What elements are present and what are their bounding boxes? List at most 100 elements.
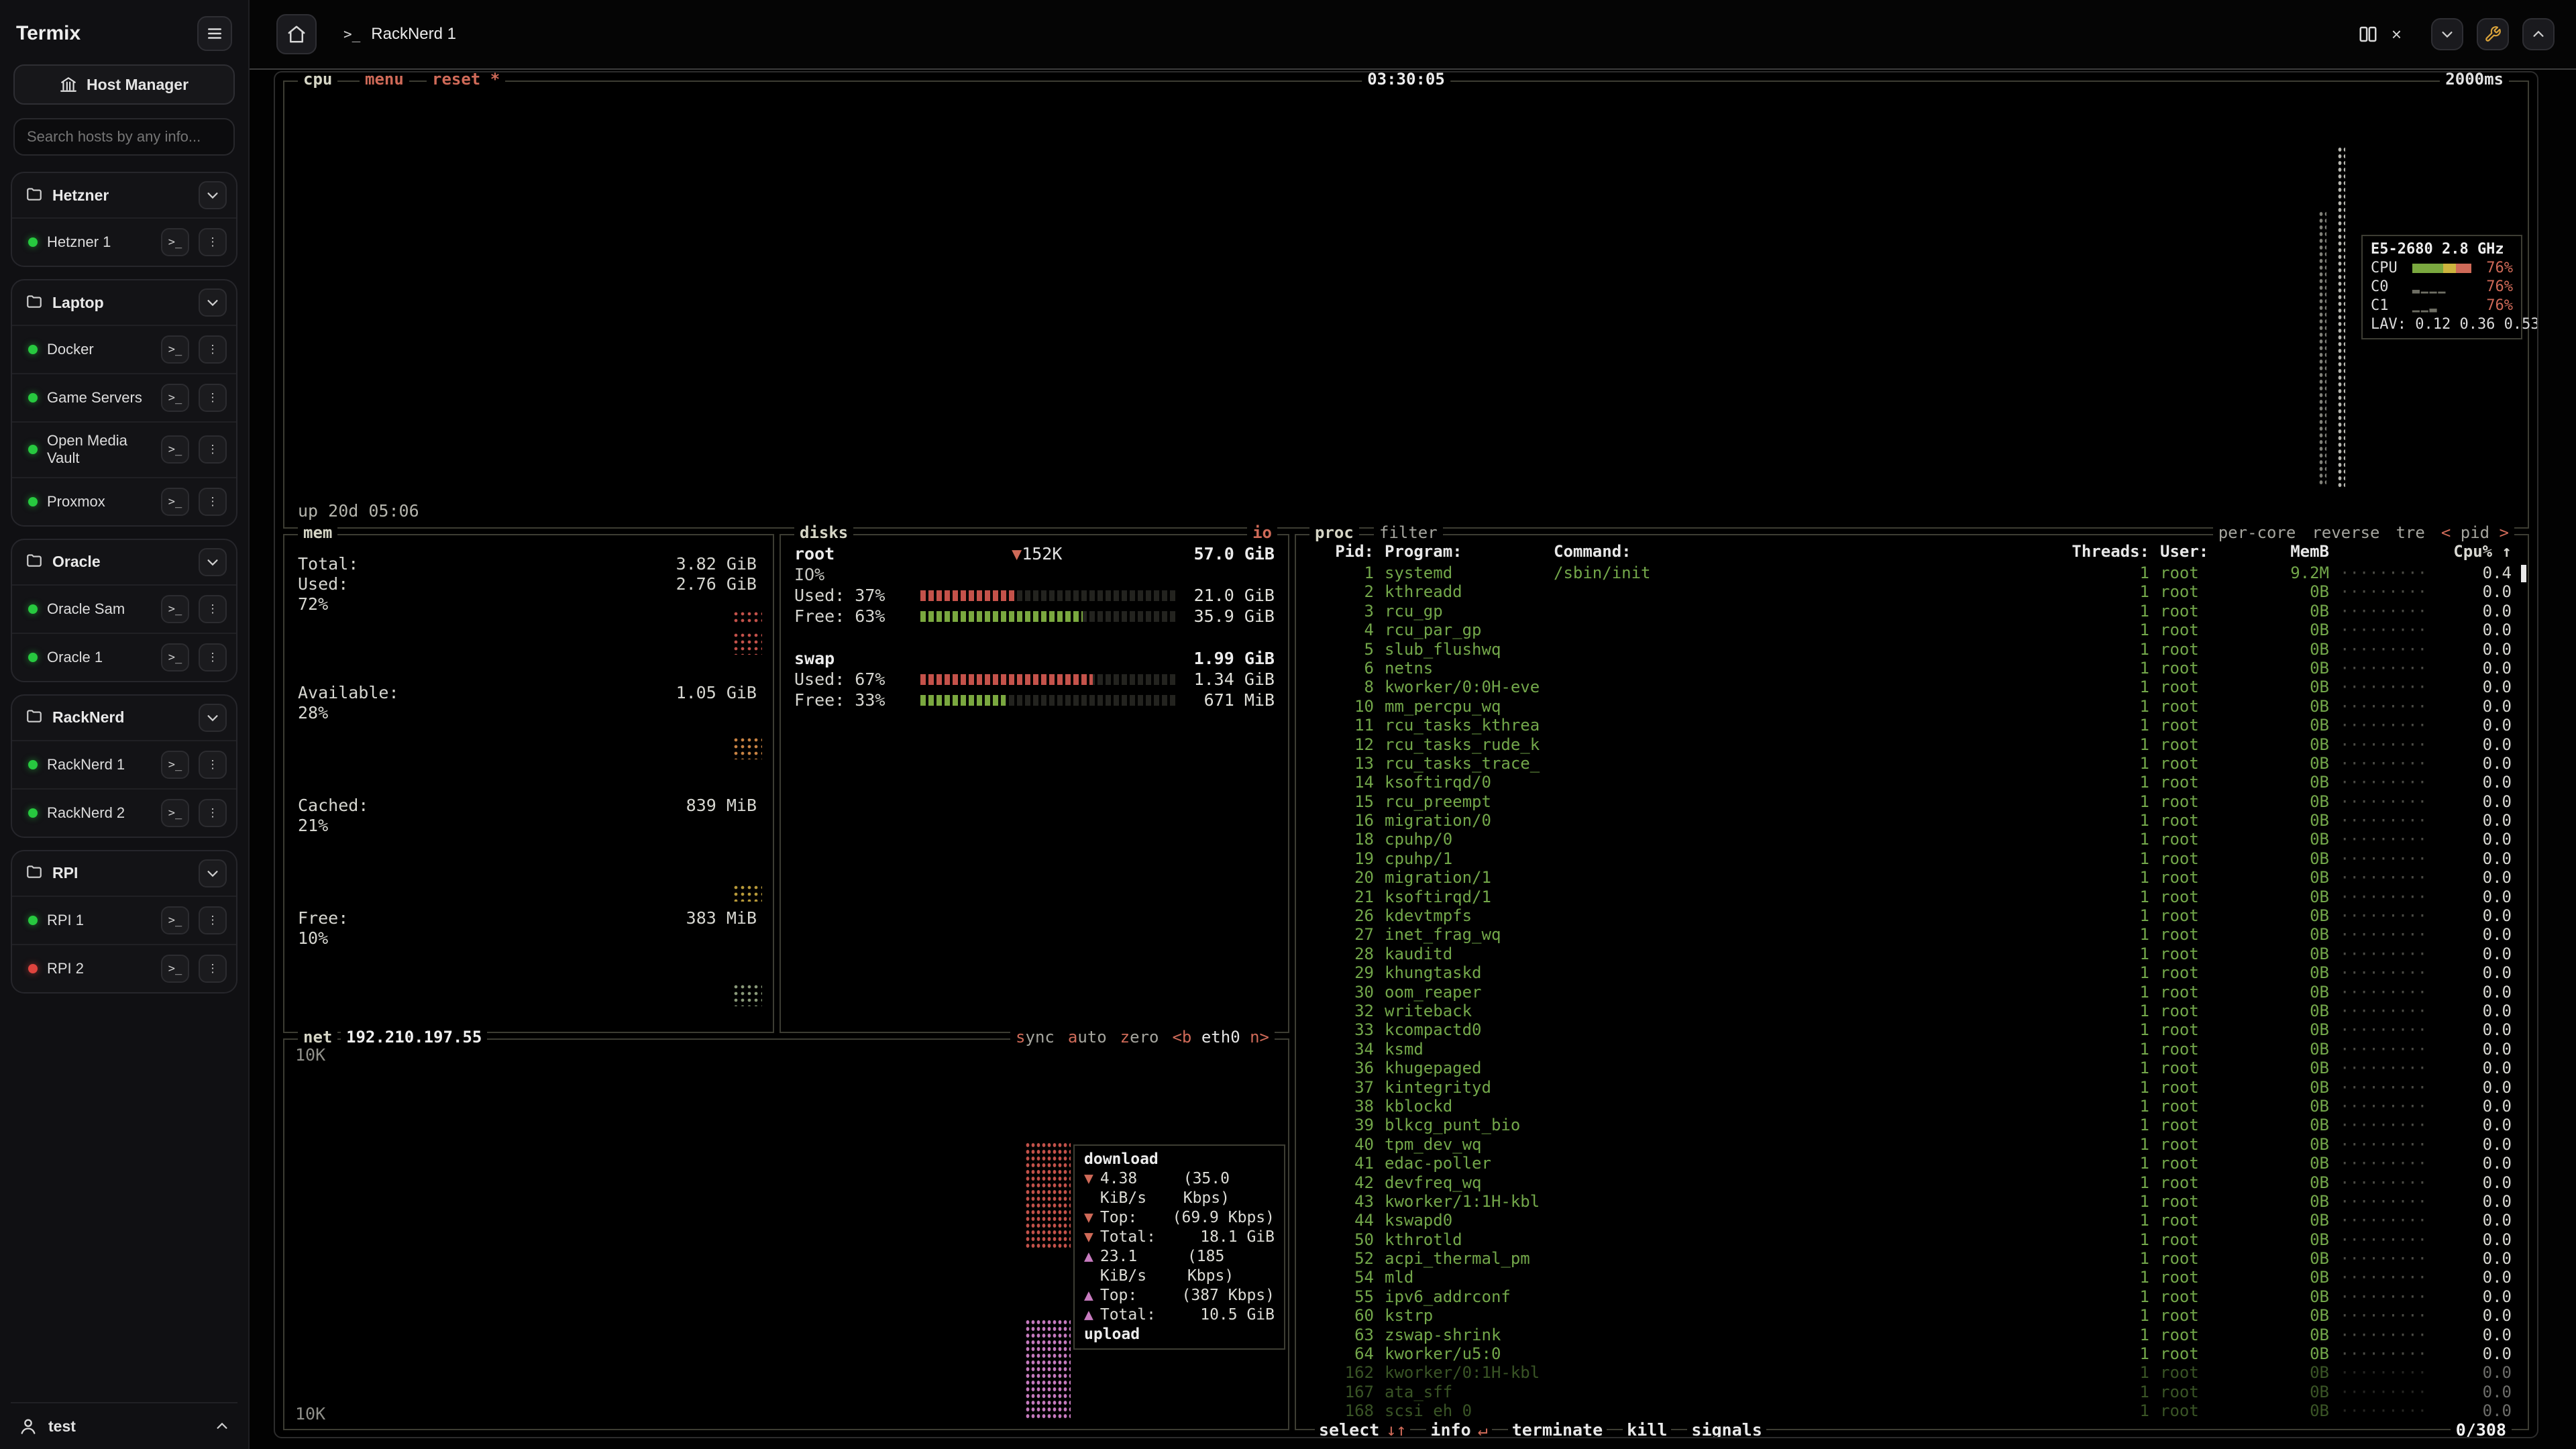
folder-collapse-button[interactable] (199, 288, 227, 317)
home-button[interactable] (276, 14, 317, 54)
process-row[interactable]: 1systemd/sbin/init1root9.2M·········0.4 (1296, 564, 2528, 582)
process-row[interactable]: 3rcu_gp1root0B·········0.0 (1296, 602, 2528, 621)
host-row[interactable]: Game Servers>_⋮ (12, 373, 236, 421)
connect-terminal-button[interactable]: >_ (161, 595, 189, 623)
host-row[interactable]: Open Media Vault>_⋮ (12, 421, 236, 477)
process-row[interactable]: 5slub_flushwq1root0B·········0.0 (1296, 640, 2528, 659)
process-row[interactable]: 168scsi_eh_01root0B·········0.0 (1296, 1401, 2528, 1417)
net-hotkey-zero[interactable]: zero (1120, 1028, 1159, 1046)
process-row[interactable]: 41edac-poller1root0B·········0.0 (1296, 1154, 2528, 1173)
folder-header[interactable]: Oracle (12, 540, 236, 584)
folder-header[interactable]: RPI (12, 851, 236, 896)
chevron-up-icon[interactable] (215, 1419, 229, 1434)
connect-terminal-button[interactable]: >_ (161, 488, 189, 516)
process-row[interactable]: 55ipv6_addrconf1root0B·········0.0 (1296, 1287, 2528, 1306)
host-options-button[interactable]: ⋮ (199, 955, 227, 983)
io-panel-tag[interactable]: io (1247, 523, 1277, 542)
connect-terminal-button[interactable]: >_ (161, 799, 189, 827)
footer-hint[interactable]: signals (1687, 1420, 1766, 1438)
process-row[interactable]: 37kintegrityd1root0B·········0.0 (1296, 1078, 2528, 1097)
menu-hotkey[interactable]: menu (360, 71, 409, 89)
process-row[interactable]: 15rcu_preempt1root0B·········0.0 (1296, 792, 2528, 811)
host-options-button[interactable]: ⋮ (199, 751, 227, 779)
proc-mode-tre[interactable]: tre (2396, 523, 2424, 542)
host-manager-button[interactable]: Host Manager (13, 64, 235, 105)
terminal[interactable]: cpu menu reset * 03:30:05 2000ms E5-2680… (274, 71, 2538, 1438)
tab-racknerd-1[interactable]: >_ RackNerd 1 (333, 0, 467, 68)
host-options-button[interactable]: ⋮ (199, 228, 227, 256)
process-row[interactable]: 8kworker/0:0H-eve1root0B·········0.0 (1296, 678, 2528, 696)
footer-hint[interactable]: info↵ (1426, 1420, 1491, 1438)
connect-terminal-button[interactable]: >_ (161, 384, 189, 412)
column-header[interactable]: MemB (2251, 542, 2329, 561)
host-row[interactable]: RPI 1>_⋮ (12, 896, 236, 944)
footer-hint[interactable]: terminate (1508, 1420, 1607, 1438)
net-hotkey-auto[interactable]: auto (1068, 1028, 1107, 1046)
folder-collapse-button[interactable] (199, 181, 227, 209)
process-row[interactable]: 30oom_reaper1root0B·········0.0 (1296, 983, 2528, 1002)
proc-scrollbar-thumb[interactable] (2521, 565, 2526, 582)
process-row[interactable]: 26kdevtmpfs1root0B·········0.0 (1296, 906, 2528, 925)
process-row[interactable]: 14ksoftirqd/01root0B·········0.0 (1296, 773, 2528, 792)
process-row[interactable]: 13rcu_tasks_trace_1root0B·········0.0 (1296, 754, 2528, 773)
folder-collapse-button[interactable] (199, 859, 227, 888)
column-header[interactable]: Command: (1554, 542, 2055, 561)
process-row[interactable]: 52acpi_thermal_pm1root0B·········0.0 (1296, 1249, 2528, 1268)
process-row[interactable]: 42devfreq_wq1root0B·········0.0 (1296, 1173, 2528, 1192)
sidebar-menu-button[interactable] (197, 16, 232, 51)
process-row[interactable]: 43kworker/1:1H-kbl1root0B·········0.0 (1296, 1192, 2528, 1211)
refresh-interval[interactable]: 2000ms (2440, 71, 2509, 89)
process-row[interactable]: 60kstrp1root0B·········0.0 (1296, 1306, 2528, 1325)
sort-selector[interactable]: < pid > (2441, 523, 2509, 542)
host-options-button[interactable]: ⋮ (199, 335, 227, 364)
connect-terminal-button[interactable]: >_ (161, 751, 189, 779)
folder-header[interactable]: RackNerd (12, 696, 236, 740)
proc-mode-per-core[interactable]: per-core (2218, 523, 2296, 542)
host-row[interactable]: Oracle Sam>_⋮ (12, 584, 236, 633)
host-options-button[interactable]: ⋮ (199, 595, 227, 623)
process-row[interactable]: 20migration/11root0B·········0.0 (1296, 868, 2528, 887)
process-row[interactable]: 21ksoftirqd/11root0B·········0.0 (1296, 888, 2528, 906)
process-row[interactable]: 36khugepaged1root0B·········0.0 (1296, 1059, 2528, 1077)
close-tab-button[interactable]: × (2392, 24, 2402, 45)
host-row[interactable]: RackNerd 2>_⋮ (12, 788, 236, 837)
host-options-button[interactable]: ⋮ (199, 643, 227, 672)
split-view-button[interactable] (2358, 24, 2378, 44)
process-row[interactable]: 54mld1root0B·········0.0 (1296, 1268, 2528, 1287)
process-row[interactable]: 50kthrotld1root0B·········0.0 (1296, 1230, 2528, 1249)
panel-down-button[interactable] (2431, 18, 2463, 50)
folder-header[interactable]: Laptop (12, 280, 236, 325)
process-row[interactable]: 162kworker/0:1H-kbl1root0B·········0.0 (1296, 1363, 2528, 1382)
process-row[interactable]: 33kcompactd01root0B·········0.0 (1296, 1020, 2528, 1039)
process-row[interactable]: 167ata_sff1root0B·········0.0 (1296, 1383, 2528, 1401)
column-header[interactable] (2340, 542, 2434, 561)
process-row[interactable]: 64kworker/u5:01root0B·········0.0 (1296, 1344, 2528, 1363)
folder-collapse-button[interactable] (199, 704, 227, 732)
net-hotkey-sync[interactable]: sync (1016, 1028, 1055, 1046)
search-input[interactable] (13, 118, 235, 156)
process-row[interactable]: 2kthreadd1root0B·········0.0 (1296, 582, 2528, 601)
process-row[interactable]: 44kswapd01root0B·········0.0 (1296, 1211, 2528, 1230)
process-row[interactable]: 10mm_percpu_wq1root0B·········0.0 (1296, 697, 2528, 716)
connect-terminal-button[interactable]: >_ (161, 335, 189, 364)
host-row[interactable]: RackNerd 1>_⋮ (12, 740, 236, 788)
process-row[interactable]: 16migration/01root0B·········0.0 (1296, 811, 2528, 830)
host-options-button[interactable]: ⋮ (199, 488, 227, 516)
process-row[interactable]: 40tpm_dev_wq1root0B·········0.0 (1296, 1135, 2528, 1154)
footer-hint[interactable]: select↓↑ (1315, 1420, 1410, 1438)
process-row[interactable]: 28kauditd1root0B·········0.0 (1296, 945, 2528, 963)
process-row[interactable]: 32writeback1root0B·········0.0 (1296, 1002, 2528, 1020)
host-row[interactable]: Proxmox>_⋮ (12, 477, 236, 525)
host-row[interactable]: Docker>_⋮ (12, 325, 236, 373)
process-row[interactable]: 4rcu_par_gp1root0B·········0.0 (1296, 621, 2528, 639)
column-header[interactable]: Threads: (2066, 542, 2149, 561)
column-header[interactable]: Program: (1385, 542, 1543, 561)
host-row[interactable]: Hetzner 1>_⋮ (12, 217, 236, 266)
host-options-button[interactable]: ⋮ (199, 799, 227, 827)
process-row[interactable]: 38kblockd1root0B·········0.0 (1296, 1097, 2528, 1116)
interface-selector[interactable]: <b eth0 n> (1172, 1028, 1269, 1046)
process-row[interactable]: 34ksmd1root0B·········0.0 (1296, 1040, 2528, 1059)
host-options-button[interactable]: ⋮ (199, 384, 227, 412)
process-row[interactable]: 27inet_frag_wq1root0B·········0.0 (1296, 925, 2528, 944)
column-header[interactable]: Cpu% ↑ (2445, 542, 2512, 561)
